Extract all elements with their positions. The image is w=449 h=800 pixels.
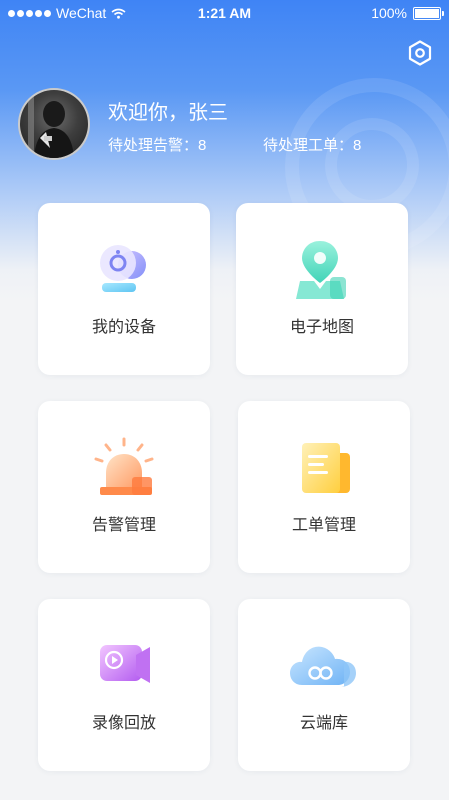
menu-card-electronic-map[interactable]: 电子地图 bbox=[236, 203, 408, 375]
menu-label: 电子地图 bbox=[289, 319, 354, 336]
menu-card-work-order[interactable]: 工单管理 bbox=[238, 401, 410, 573]
battery-icon bbox=[413, 6, 444, 20]
menu-label: 工单管理 bbox=[291, 517, 356, 534]
welcome-text: 欢迎你，张三 bbox=[108, 102, 228, 124]
menu-label: 录像回放 bbox=[91, 715, 156, 732]
video-replay-icon bbox=[100, 645, 150, 683]
pending-tickets[interactable]: 待处理工单：8 bbox=[263, 134, 361, 155]
avatar-photo-icon bbox=[28, 96, 74, 158]
settings-hexagon-icon[interactable] bbox=[407, 40, 433, 66]
status-right: 100% bbox=[371, 5, 444, 21]
avatar[interactable] bbox=[18, 88, 90, 160]
work-order-icon bbox=[302, 443, 350, 493]
decorative-ring-inner bbox=[325, 118, 419, 212]
cloud-storage-icon bbox=[290, 646, 356, 687]
map-pin-icon bbox=[296, 241, 346, 299]
alarm-siren-icon bbox=[94, 437, 154, 495]
menu-card-my-devices[interactable]: 我的设备 bbox=[38, 203, 210, 375]
menu-card-video-replay[interactable]: 录像回放 bbox=[38, 599, 210, 771]
menu-label: 我的设备 bbox=[91, 319, 156, 336]
menu-label: 告警管理 bbox=[91, 517, 156, 534]
pending-alarms[interactable]: 待处理告警：8 bbox=[108, 134, 206, 155]
battery-percent: 100% bbox=[371, 5, 407, 21]
camera-device-icon bbox=[100, 245, 146, 292]
menu-card-cloud-library[interactable]: 云端库 bbox=[238, 599, 410, 771]
menu-card-alarm-management[interactable]: 告警管理 bbox=[38, 401, 210, 573]
menu-label: 云端库 bbox=[299, 715, 348, 732]
status-bar: WeChat 1:21 AM 100% bbox=[0, 0, 449, 26]
